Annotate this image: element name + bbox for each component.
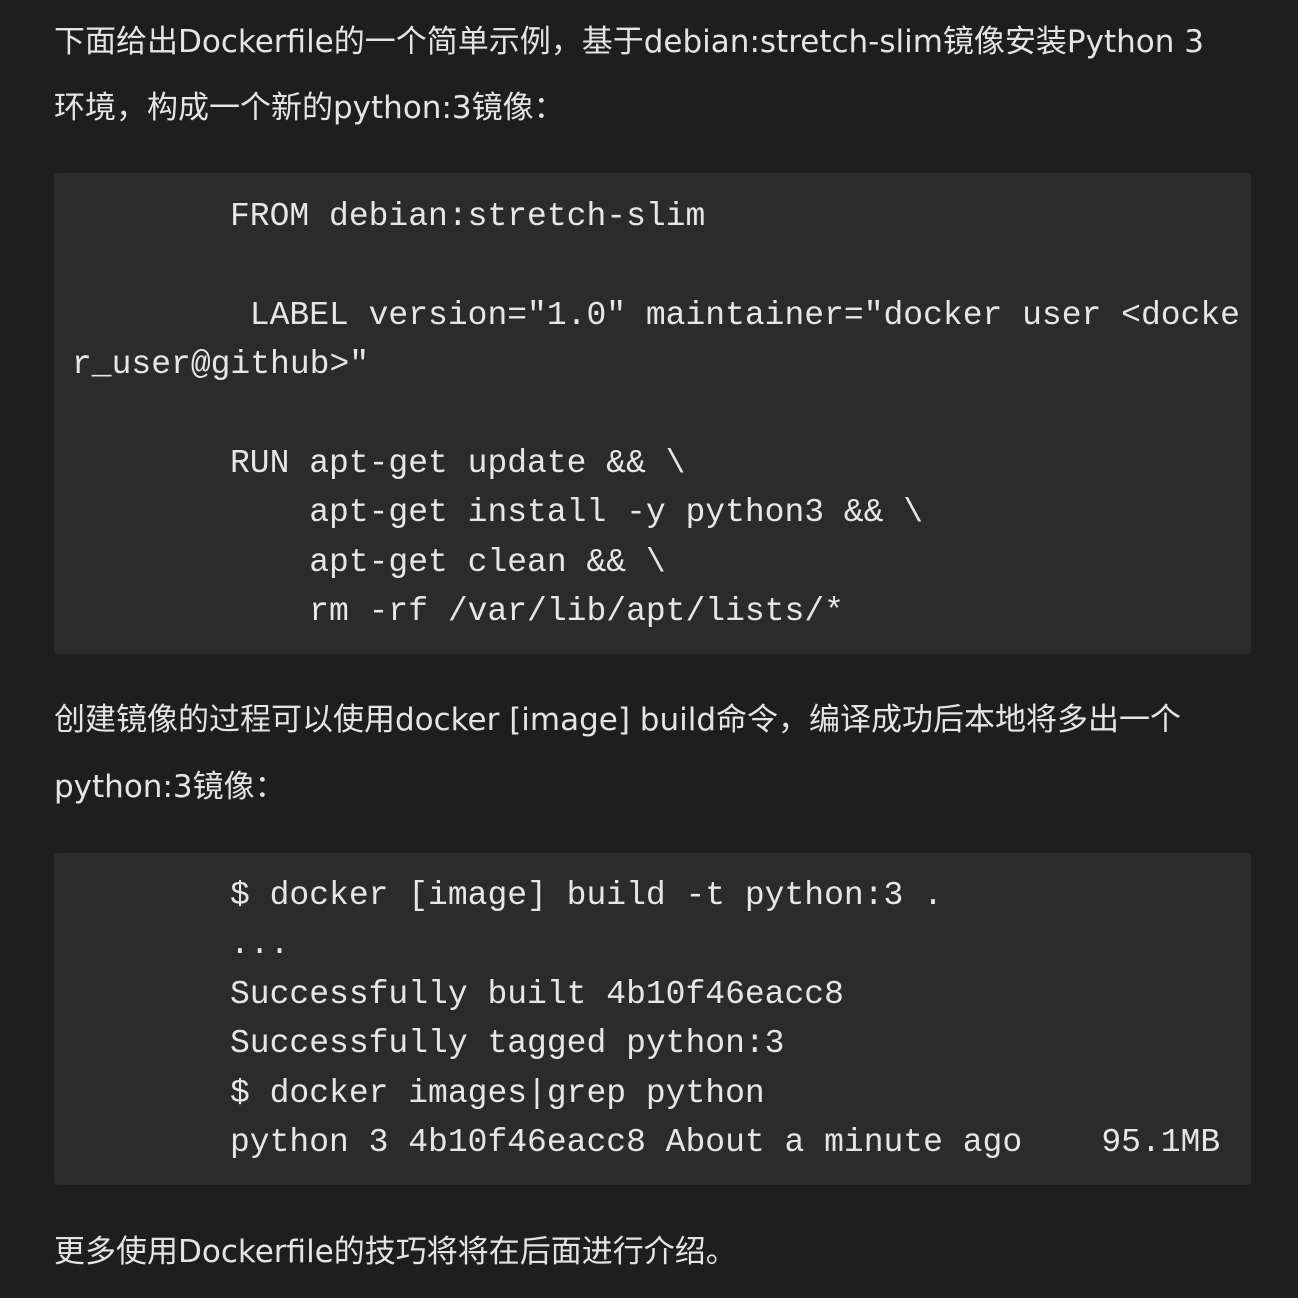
build-text-line-2: python:3镜像： xyxy=(54,769,286,805)
code-line: $ docker [image] build -t python:3 . xyxy=(230,877,943,914)
intro-line-1: 下面给出Dockerfile的一个简单示例，基于debian:stretch-s… xyxy=(54,24,1204,60)
code-line: r_user@github>" xyxy=(72,346,370,383)
code-line: FROM debian:stretch-slim xyxy=(230,198,706,235)
code-line: apt-get install -y python3 && \ xyxy=(230,494,924,531)
code-line: apt-get clean && \ xyxy=(230,544,666,581)
code-line: $ docker images|grep python xyxy=(230,1075,765,1112)
code-line: python 3 4b10f46eacc8 About a minute ago… xyxy=(230,1124,1221,1161)
build-output-code-block: $ docker [image] build -t python:3 . ...… xyxy=(54,853,1251,1185)
code-line: LABEL version="1.0" maintainer="docker u… xyxy=(230,297,1240,334)
dockerfile-code-block: FROM debian:stretch-slim LABEL version="… xyxy=(54,173,1251,654)
code-line: Successfully tagged python:3 xyxy=(230,1025,785,1062)
intro-line-2: 环境，构成一个新的python:3镜像： xyxy=(54,90,565,126)
code-line: ... xyxy=(230,926,290,963)
code-line: rm -rf /var/lib/apt/lists/* xyxy=(230,593,844,630)
code-line: RUN apt-get update && \ xyxy=(230,445,686,482)
code-line: Successfully built 4b10f46eacc8 xyxy=(230,976,844,1013)
outro-line-1: 更多使用Dockerfile的技巧将将在后面进行介绍。 xyxy=(54,1234,737,1270)
build-text-line-1: 创建镜像的过程可以使用docker [image] build命令，编译成功后本… xyxy=(54,702,1182,738)
